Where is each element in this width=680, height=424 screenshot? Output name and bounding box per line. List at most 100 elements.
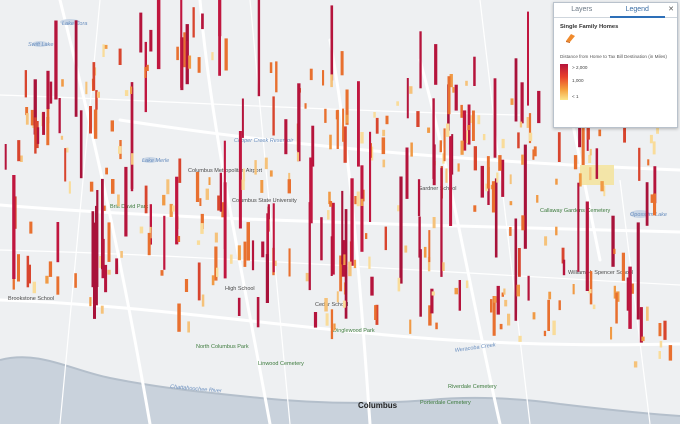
home-bar[interactable] xyxy=(305,272,309,282)
home-bar[interactable] xyxy=(329,134,332,150)
home-bar[interactable] xyxy=(473,56,476,86)
home-bar[interactable] xyxy=(588,154,592,163)
home-bar[interactable] xyxy=(61,79,64,87)
home-bar[interactable] xyxy=(384,226,387,251)
home-bar[interactable] xyxy=(434,44,438,85)
home-bar[interactable] xyxy=(439,140,442,153)
home-bar[interactable] xyxy=(296,152,300,162)
home-bar[interactable] xyxy=(423,246,427,258)
home-bar[interactable] xyxy=(432,217,436,229)
home-bar[interactable] xyxy=(548,291,552,300)
home-bar[interactable] xyxy=(467,125,471,131)
home-bar[interactable] xyxy=(446,123,450,137)
home-bar[interactable] xyxy=(650,194,654,203)
home-bar[interactable] xyxy=(139,12,143,53)
home-bar[interactable] xyxy=(180,0,183,88)
home-bar[interactable] xyxy=(663,320,667,340)
home-bar[interactable] xyxy=(241,98,244,138)
home-bar[interactable] xyxy=(343,254,346,265)
home-bar[interactable] xyxy=(224,38,228,71)
home-bar[interactable] xyxy=(246,222,251,261)
home-bar[interactable] xyxy=(223,140,226,249)
home-bar[interactable] xyxy=(144,185,148,214)
home-bar[interactable] xyxy=(514,58,518,122)
home-bar[interactable] xyxy=(264,157,268,170)
home-bar[interactable] xyxy=(503,288,506,295)
home-bar[interactable] xyxy=(335,110,339,120)
home-bar[interactable] xyxy=(427,127,431,133)
home-bar[interactable] xyxy=(333,323,336,331)
home-bar[interactable] xyxy=(118,146,122,154)
home-bar[interactable] xyxy=(309,157,313,224)
home-bar[interactable] xyxy=(528,132,533,141)
home-bar[interactable] xyxy=(309,68,313,81)
home-bar[interactable] xyxy=(457,163,460,172)
home-bar[interactable] xyxy=(449,136,453,226)
home-bar[interactable] xyxy=(595,148,599,179)
home-bar[interactable] xyxy=(261,241,265,258)
home-bar[interactable] xyxy=(465,280,469,289)
home-bar[interactable] xyxy=(577,182,580,272)
home-bar[interactable] xyxy=(598,129,602,137)
home-bar[interactable] xyxy=(638,147,641,181)
home-bar[interactable] xyxy=(124,90,129,96)
home-bar[interactable] xyxy=(375,117,379,134)
home-bar[interactable] xyxy=(341,190,344,265)
home-bar[interactable] xyxy=(527,275,530,301)
home-bar[interactable] xyxy=(17,254,20,282)
home-bar[interactable] xyxy=(527,11,529,106)
home-bar[interactable] xyxy=(615,292,618,324)
home-bar[interactable] xyxy=(406,78,409,119)
home-bar[interactable] xyxy=(287,179,291,194)
home-bar[interactable] xyxy=(473,146,477,171)
home-bar[interactable] xyxy=(340,51,344,76)
home-bar[interactable] xyxy=(536,195,539,203)
home-bar[interactable] xyxy=(417,179,421,217)
home-bar[interactable] xyxy=(64,148,67,182)
home-bar[interactable] xyxy=(45,275,49,284)
home-bar[interactable] xyxy=(196,240,201,245)
home-bar[interactable] xyxy=(254,160,257,175)
home-bar[interactable] xyxy=(24,70,27,98)
home-bar[interactable] xyxy=(200,223,204,234)
home-bar[interactable] xyxy=(251,240,255,271)
home-bar[interactable] xyxy=(547,299,550,331)
home-bar[interactable] xyxy=(330,309,334,340)
home-bar[interactable] xyxy=(356,191,360,207)
home-bar[interactable] xyxy=(518,335,522,342)
home-bar[interactable] xyxy=(324,298,328,312)
home-bar[interactable] xyxy=(368,256,371,269)
home-bar[interactable] xyxy=(60,135,64,140)
home-bar[interactable] xyxy=(493,78,497,158)
home-bar[interactable] xyxy=(58,98,61,134)
home-bar[interactable] xyxy=(435,322,438,330)
home-bar[interactable] xyxy=(460,104,463,118)
home-bar[interactable] xyxy=(552,320,556,336)
home-bar[interactable] xyxy=(103,205,106,211)
home-bar[interactable] xyxy=(510,98,514,105)
home-bar[interactable] xyxy=(195,172,200,202)
home-bar[interactable] xyxy=(496,285,500,315)
home-bar[interactable] xyxy=(48,261,53,277)
home-bar[interactable] xyxy=(496,172,499,183)
home-bar[interactable] xyxy=(162,194,166,206)
home-bar[interactable] xyxy=(177,236,181,242)
home-bar[interactable] xyxy=(562,259,566,276)
home-bar[interactable] xyxy=(130,86,133,95)
home-bar[interactable] xyxy=(360,132,364,144)
home-bar[interactable] xyxy=(187,321,190,333)
home-bar[interactable] xyxy=(659,340,663,348)
home-bar[interactable] xyxy=(56,222,60,263)
home-bar[interactable] xyxy=(243,241,247,267)
home-bar[interactable] xyxy=(89,297,92,307)
home-bar[interactable] xyxy=(555,226,558,236)
home-bar[interactable] xyxy=(405,147,409,199)
home-bar[interactable] xyxy=(521,215,525,231)
home-bar[interactable] xyxy=(342,300,346,308)
home-bar[interactable] xyxy=(36,127,40,144)
home-bar[interactable] xyxy=(197,57,201,73)
home-bar[interactable] xyxy=(256,297,260,328)
home-bar[interactable] xyxy=(322,70,325,86)
home-bar[interactable] xyxy=(419,31,422,89)
home-bar[interactable] xyxy=(504,299,508,307)
